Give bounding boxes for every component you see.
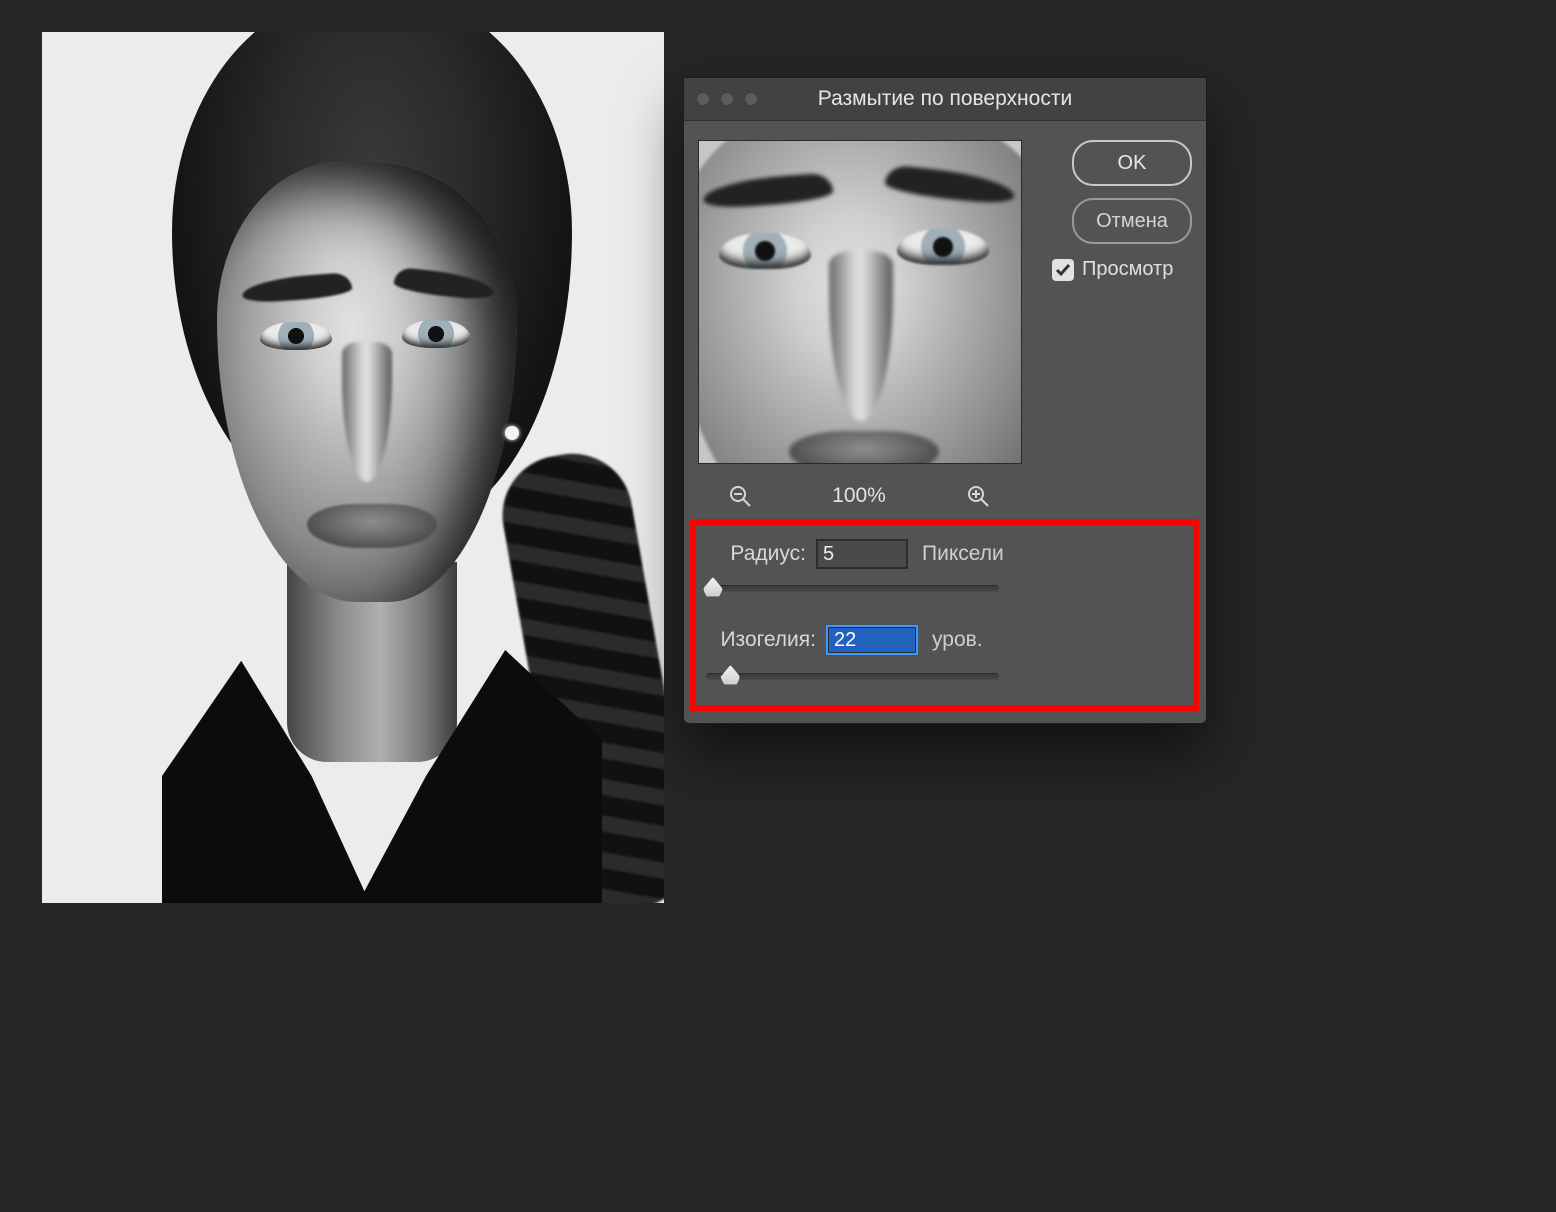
threshold-input[interactable] xyxy=(826,625,918,655)
threshold-unit: уров. xyxy=(932,628,983,652)
surface-blur-dialog: Размытие по поверхности 100% xyxy=(683,77,1207,724)
window-minimize-icon[interactable] xyxy=(720,92,734,106)
radius-slider[interactable] xyxy=(706,585,999,592)
params-highlight: Радиус: Пиксели Изогелия: уров. xyxy=(690,519,1199,711)
zoom-in-icon[interactable] xyxy=(966,484,990,508)
cancel-button-label: Отмена xyxy=(1096,210,1168,233)
cancel-button[interactable]: Отмена xyxy=(1072,198,1192,244)
ok-button[interactable]: OK xyxy=(1072,140,1192,186)
radius-input[interactable] xyxy=(816,539,908,569)
dialog-title: Размытие по поверхности xyxy=(684,87,1206,111)
preview-checkbox[interactable] xyxy=(1052,259,1074,281)
ok-button-label: OK xyxy=(1118,152,1147,175)
window-controls[interactable] xyxy=(696,92,758,106)
window-zoom-icon[interactable] xyxy=(744,92,758,106)
radius-label: Радиус: xyxy=(712,542,806,566)
dialog-titlebar[interactable]: Размытие по поверхности xyxy=(684,78,1206,121)
preview-thumbnail[interactable] xyxy=(698,140,1022,464)
radius-unit: Пиксели xyxy=(922,542,1004,566)
zoom-level: 100% xyxy=(832,484,886,508)
preview-checkbox-label: Просмотр xyxy=(1082,258,1173,281)
threshold-slider-thumb[interactable] xyxy=(720,665,740,685)
radius-slider-thumb[interactable] xyxy=(703,577,723,597)
document-canvas[interactable] xyxy=(42,32,664,903)
threshold-slider[interactable] xyxy=(706,673,999,680)
zoom-out-icon[interactable] xyxy=(728,484,752,508)
window-close-icon[interactable] xyxy=(696,92,710,106)
threshold-label: Изогелия: xyxy=(712,628,816,652)
